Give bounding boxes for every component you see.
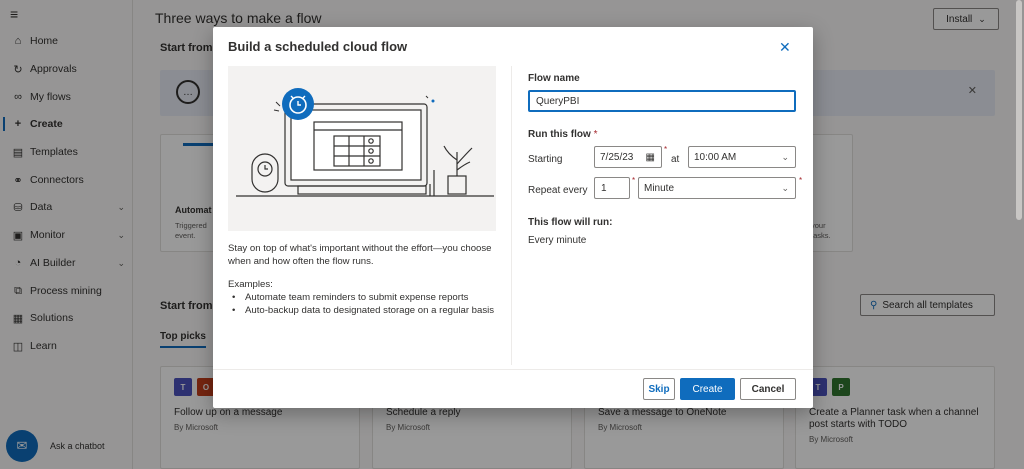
flow-will-run-label: This flow will run: [528, 217, 613, 228]
flow-will-run-value: Every minute [528, 235, 587, 246]
footer-divider [213, 369, 813, 370]
close-icon[interactable]: ✕ [779, 39, 791, 56]
start-time-value: 10:00 AM [694, 151, 737, 163]
calendar-icon[interactable]: ▦ [646, 152, 655, 163]
required-mark: * [664, 145, 668, 154]
start-date-picker[interactable]: 7/25/23 ▦ [594, 146, 662, 168]
examples-list: Automate team reminders to submit expens… [228, 291, 513, 317]
required-mark: * [593, 129, 598, 140]
create-button[interactable]: Create [680, 378, 735, 400]
dialog-title: Build a scheduled cloud flow [228, 39, 408, 54]
required-mark: * [799, 176, 803, 185]
repeat-every-label: Repeat every [528, 185, 588, 196]
repeat-interval-input[interactable] [594, 177, 630, 199]
laptop-clock-illustration [228, 66, 496, 231]
start-date-value: 7/25/23 [600, 151, 634, 163]
start-time-select[interactable]: 10:00 AM ⌄ [688, 146, 796, 168]
run-this-flow-label: Run this flow * [528, 129, 597, 140]
chevron-down-icon: ⌄ [781, 151, 789, 162]
chevron-down-icon: ⌄ [781, 182, 789, 193]
page-scrollbar[interactable] [1016, 0, 1022, 220]
flow-name-input[interactable] [528, 90, 796, 112]
required-mark: * [632, 176, 636, 185]
cancel-button[interactable]: Cancel [740, 378, 796, 400]
skip-button[interactable]: Skip [643, 378, 675, 400]
examples-label: Examples: [228, 279, 273, 290]
repeat-unit-select[interactable]: Minute ⌄ [638, 177, 796, 199]
run-this-flow-text: Run this flow [528, 129, 591, 140]
build-scheduled-flow-dialog: Build a scheduled cloud flow ✕ Stay on t… [213, 27, 813, 408]
example-item: Auto-backup data to designated storage o… [228, 304, 513, 317]
column-divider [511, 66, 512, 365]
at-label: at [671, 154, 680, 165]
starting-label: Starting [528, 154, 563, 165]
repeat-unit-value: Minute [644, 182, 675, 194]
example-item: Automate team reminders to submit expens… [228, 291, 513, 304]
flow-name-label: Flow name [528, 73, 580, 84]
dialog-description: Stay on top of what's important without … [228, 243, 492, 267]
